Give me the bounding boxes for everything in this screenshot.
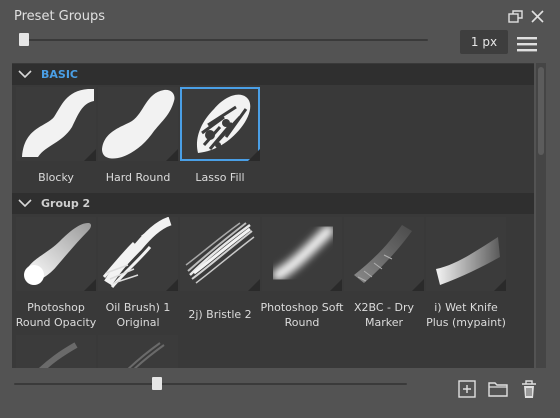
brush-size-field[interactable]: 1 px — [460, 30, 508, 54]
preset-list[interactable]: BASIC Blocky Hard Round Lasso Fill Group… — [12, 63, 534, 368]
panel-title: Preset Groups — [14, 9, 106, 24]
group-header-basic[interactable]: BASIC — [12, 64, 534, 85]
group-header-group-2[interactable]: Group 2 — [12, 193, 534, 214]
chevron-down-icon[interactable] — [18, 69, 32, 79]
preset-label: Hard Round — [105, 171, 171, 184]
thumbnail-size-slider-thumb[interactable] — [151, 377, 162, 390]
brush-size-row: 1 px — [0, 30, 560, 58]
preset-label: Blocky — [38, 171, 74, 184]
preset-thumbnail — [180, 87, 260, 161]
close-icon[interactable] — [527, 6, 549, 28]
preset-label: Lasso Fill — [195, 171, 245, 184]
preset-thumbnail — [344, 217, 424, 291]
preset-thumbnail — [180, 217, 260, 291]
add-preset-icon[interactable] — [454, 376, 480, 402]
float-window-icon[interactable] — [505, 6, 527, 28]
scrollbar-thumb[interactable] — [538, 67, 544, 155]
panel-footer — [0, 370, 560, 418]
group-name: BASIC — [41, 68, 78, 81]
panel-titlebar: Preset Groups — [0, 0, 560, 34]
preset-label: Oil Brush) 1 Original — [105, 301, 171, 329]
preset-thumbnail — [98, 87, 178, 161]
folder-icon[interactable] — [485, 376, 511, 402]
preset-label: i) Wet Knife Plus (mypaint) — [426, 301, 506, 329]
chevron-down-icon[interactable] — [18, 198, 32, 208]
brush-size-slider-thumb[interactable] — [19, 33, 29, 46]
trash-icon[interactable] — [516, 376, 542, 402]
preset-label: Photoshop Soft Round — [260, 301, 344, 329]
preset-thumbnail — [98, 216, 178, 291]
preset-label: 2j) Bristle 2 — [188, 308, 252, 321]
group-name: Group 2 — [41, 197, 91, 210]
preset-thumbnail — [16, 217, 96, 291]
preset-groups-panel: Preset Groups 1 px BASIC Blocky Hard Rou… — [0, 0, 560, 418]
preset-label: Photoshop Round Opacity — [15, 301, 97, 329]
thumbnail-size-track[interactable] — [14, 383, 407, 385]
preset-thumbnail — [262, 217, 342, 291]
preset-thumbnail — [16, 87, 96, 161]
preset-thumbnail — [98, 335, 178, 368]
list-scrollbar[interactable] — [536, 63, 546, 368]
brush-size-track[interactable] — [20, 39, 428, 41]
hamburger-menu-icon[interactable] — [515, 34, 539, 54]
preset-label: X2BC - Dry Marker — [353, 301, 415, 329]
preset-thumbnail — [16, 335, 96, 368]
preset-thumbnail — [426, 217, 506, 291]
